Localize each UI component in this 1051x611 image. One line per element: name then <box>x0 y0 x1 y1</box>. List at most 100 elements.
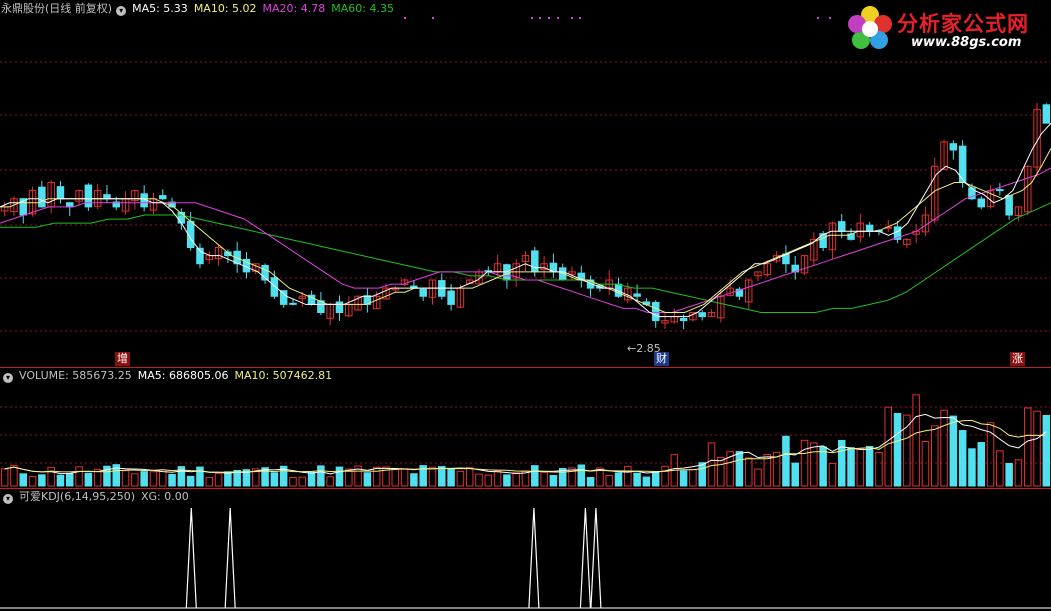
volume-bar <box>810 442 818 487</box>
candle-body <box>531 250 539 273</box>
volume-bar <box>577 464 586 487</box>
ma20-value: MA20: 4.78 <box>262 2 326 15</box>
kdj-signal-spike <box>224 507 236 609</box>
volume-bar <box>689 469 697 487</box>
volume-bar <box>47 466 55 487</box>
volume-bar <box>549 475 558 487</box>
price-chart-panel[interactable]: 永鼎股份(日线 前复权) ▾ MA5: 5.33 MA10: 5.02 MA20: 4.… <box>0 0 1051 367</box>
signal-dot <box>817 17 819 19</box>
volume-bar <box>149 471 158 487</box>
volume-bar <box>642 476 651 487</box>
volume-chart-panel[interactable]: ▾ VOLUME: 585673.25 MA5: 686805.06 MA10: 50… <box>0 367 1051 488</box>
kdj-xg-value: XG: 0.00 <box>141 490 189 503</box>
candle-body <box>289 302 297 305</box>
volume-bar <box>707 442 716 487</box>
volume-bar <box>828 462 837 487</box>
ma5-value: MA5: 5.33 <box>132 2 188 15</box>
candle-body <box>698 312 706 318</box>
volume-menu-icon[interactable]: ▾ <box>3 373 13 383</box>
volume-bar <box>875 452 883 487</box>
ma20-line <box>0 167 1051 313</box>
ma5-line <box>0 122 1051 318</box>
volume-bar <box>633 472 641 487</box>
logo-url: www.88gs.com <box>911 35 1022 50</box>
volume-bar <box>140 471 148 487</box>
volume-bar <box>428 466 437 487</box>
volume-bar <box>289 476 297 487</box>
volume-bar <box>438 466 446 487</box>
candle-body <box>651 301 660 322</box>
volume-bar <box>214 473 223 487</box>
ma10-value: MA10: 5.02 <box>193 2 257 15</box>
candle-body <box>679 317 688 322</box>
kdj-signal-chart[interactable] <box>0 488 1051 611</box>
volume-bar <box>363 472 372 487</box>
volume-bars-chart[interactable] <box>0 367 1051 488</box>
volume-bar <box>531 465 539 487</box>
ma10-line <box>0 148 1051 313</box>
volume-bar <box>28 476 37 487</box>
zeng-marker[interactable]: 增 <box>115 352 130 366</box>
volume-bar <box>56 474 65 487</box>
volume-bar <box>38 474 46 487</box>
volume-bar <box>1014 459 1023 487</box>
volume-bar <box>819 446 827 487</box>
volume-bar <box>205 476 214 487</box>
candle-body <box>335 301 344 313</box>
kdj-header: ▾ 可爱KDJ(6,14,95,250) XG: 0.00 <box>0 488 195 505</box>
candle-body <box>996 189 1004 192</box>
volume-bar <box>66 472 74 487</box>
volume-bar <box>493 470 502 487</box>
zhang-marker[interactable]: 涨 <box>1010 352 1025 366</box>
volume-bar <box>735 451 744 487</box>
volume-bar <box>651 471 660 487</box>
volume-bar <box>391 469 400 487</box>
kdj-name: 可爱KDJ(6,14,95,250) <box>19 490 135 503</box>
volume-bar <box>903 414 911 487</box>
vol-ma5-value: MA5: 686805.06 <box>137 369 229 382</box>
volume-bar <box>1023 407 1032 487</box>
volume-bar <box>605 475 613 487</box>
logo-title: 分析家公式网 <box>897 12 1029 36</box>
kdj-indicator-panel[interactable]: ▾ 可爱KDJ(6,14,95,250) XG: 0.00 <box>0 488 1051 611</box>
candle-body <box>159 195 167 200</box>
kdj-menu-icon[interactable]: ▾ <box>3 494 13 504</box>
flower-logo-icon <box>848 6 892 49</box>
volume-bar <box>717 456 725 487</box>
volume-bar <box>456 470 465 487</box>
kdj-signal-spike <box>579 507 592 609</box>
volume-bar <box>893 412 902 487</box>
candle-body <box>279 290 288 305</box>
low-price-label: ←2.85 <box>627 342 661 355</box>
volume-bar <box>400 468 409 487</box>
volume-bar <box>131 473 139 487</box>
signal-dot <box>404 17 406 19</box>
ma60-value: MA60: 4.35 <box>331 2 394 15</box>
volume-bar <box>298 476 307 487</box>
site-logo: 分析家公式网 www.88gs.com <box>845 2 1045 58</box>
volume-bar <box>465 467 474 487</box>
volume-value: VOLUME: 585673.25 <box>19 369 132 382</box>
volume-bar <box>791 462 799 487</box>
candle-body <box>977 198 985 208</box>
volume-bar <box>949 415 958 487</box>
volume-bar <box>84 472 93 487</box>
volume-bar <box>0 468 9 487</box>
kdj-signal-spike <box>528 507 540 609</box>
volume-bar <box>754 468 762 487</box>
volume-bar <box>19 473 28 487</box>
indicator-menu-icon[interactable]: ▾ <box>116 6 127 16</box>
candle-body <box>419 288 427 297</box>
stock-name: 永鼎股份(日线 前复权) <box>1 2 113 15</box>
volume-bar <box>614 472 623 487</box>
candle-body <box>1005 195 1013 216</box>
volume-bar <box>624 465 632 487</box>
volume-bar <box>307 471 316 487</box>
candle-body <box>447 290 455 305</box>
volume-bar <box>679 470 688 487</box>
volume-header: ▾ VOLUME: 585673.25 MA5: 686805.06 MA10: 50… <box>0 367 338 384</box>
volume-bar <box>512 472 520 487</box>
volume-bar <box>744 457 753 487</box>
volume-bar <box>75 466 83 487</box>
volume-ma10-line <box>4 419 1047 473</box>
